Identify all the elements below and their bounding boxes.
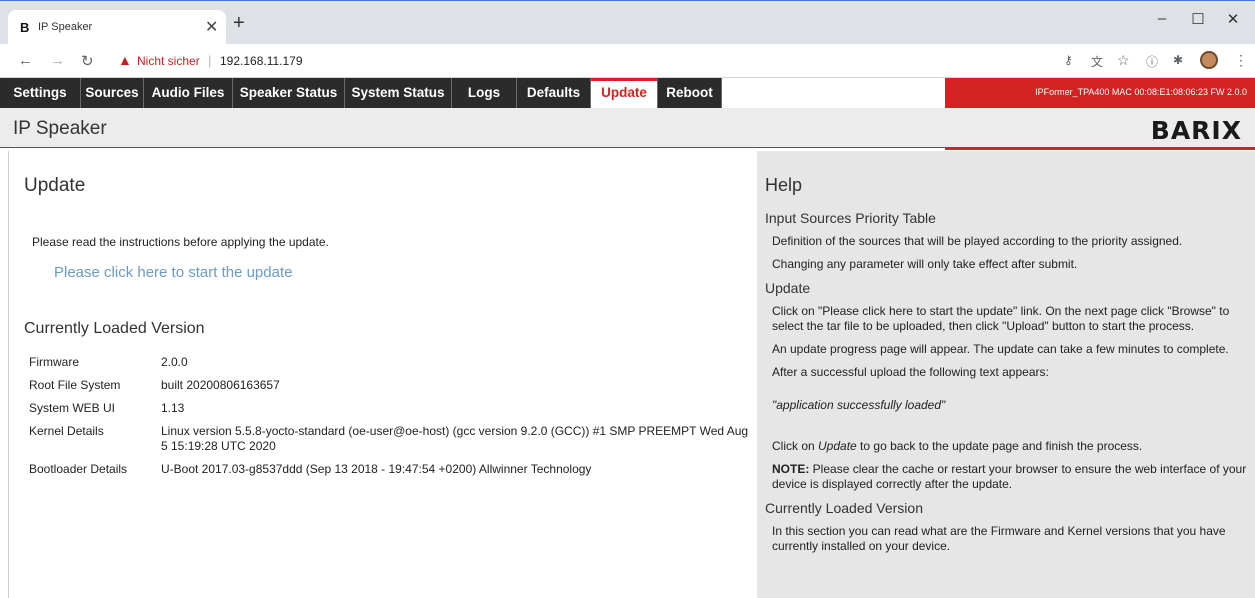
- main-panel: Update Please read the instructions befo…: [8, 151, 758, 598]
- start-update-link[interactable]: Please click here to start the update: [54, 264, 292, 281]
- browser-tab[interactable]: B IP Speaker ✕: [8, 10, 226, 45]
- priority-text-2: Changing any parameter will only take ef…: [772, 257, 1078, 271]
- table-row: Root File System built 20200806163657: [29, 378, 749, 393]
- tab-reboot[interactable]: Reboot: [658, 78, 722, 108]
- tab-update[interactable]: Update: [591, 78, 658, 108]
- window-close-icon[interactable]: ✕: [1218, 10, 1248, 28]
- table-row: Kernel Details Linux version 5.5.8-yocto…: [29, 424, 749, 454]
- update-text-4: Click on Update to go back to the update…: [772, 439, 1250, 454]
- rootfs-value: built 20200806163657: [161, 378, 280, 392]
- webui-label: System WEB UI: [29, 401, 116, 415]
- device-info-bar: IPFormer_TPA400 MAC 00:08:E1:08:06:23 FW…: [945, 78, 1255, 108]
- key-icon[interactable]: ⚷: [1064, 53, 1073, 67]
- note-body: Please clear the cache or restart your b…: [772, 462, 1247, 491]
- table-row: System WEB UI 1.13: [29, 401, 749, 416]
- update-text-3: After a successful upload the following …: [772, 365, 1049, 379]
- url-field[interactable]: 192.168.11.179: [220, 54, 303, 68]
- reload-icon[interactable]: ↻: [81, 52, 94, 70]
- help-content: Input Sources Priority Table Definition …: [765, 210, 1250, 562]
- update-text-4-pre: Click on: [772, 439, 819, 453]
- update-text-4-post: to go back to the update page and finish…: [856, 439, 1143, 453]
- address-bar: ← → ↻ ▲ Nicht sicher | 192.168.11.179 ⚷ …: [0, 44, 1255, 78]
- browser-titlebar: B IP Speaker ✕ + – ☐ ✕: [0, 0, 1255, 45]
- rootfs-label: Root File System: [29, 378, 121, 392]
- version-heading: Currently Loaded Version: [765, 500, 923, 516]
- extensions-icon[interactable]: ✱: [1173, 53, 1183, 67]
- forward-icon[interactable]: →: [50, 52, 65, 69]
- version-title: Currently Loaded Version: [24, 320, 205, 337]
- menu-icon[interactable]: ⋮: [1234, 52, 1248, 69]
- tab-system-status[interactable]: System Status: [345, 78, 452, 108]
- back-icon[interactable]: ←: [18, 52, 33, 69]
- priority-text-1: Definition of the sources that will be p…: [772, 234, 1183, 248]
- version-text: In this section you can read what are th…: [772, 524, 1226, 553]
- translate-icon[interactable]: 文: [1091, 53, 1103, 70]
- update-text-2: An update progress page will appear. The…: [772, 342, 1229, 356]
- version-table: Firmware 2.0.0 Root File System built 20…: [29, 355, 749, 485]
- close-tab-icon[interactable]: ✕: [205, 17, 218, 37]
- page-title: IP Speaker: [13, 118, 107, 139]
- update-text-1: Click on "Please click here to start the…: [772, 304, 1230, 333]
- bootloader-label: Bootloader Details: [29, 462, 128, 476]
- new-tab-icon[interactable]: +: [233, 13, 245, 33]
- page-header: IP Speaker BARIX: [0, 108, 1255, 148]
- barix-logo: BARIX: [1150, 116, 1242, 145]
- table-row: Firmware 2.0.0: [29, 355, 749, 370]
- logo-underline: [945, 148, 1255, 150]
- success-message: "application successfully loaded": [772, 398, 946, 412]
- help-panel: Help Input Sources Priority Table Defini…: [757, 151, 1255, 598]
- intro-text: Please read the instructions before appl…: [32, 235, 329, 249]
- tab-sources[interactable]: Sources: [81, 78, 144, 108]
- bootloader-value: U-Boot 2017.03-g8537ddd (Sep 13 2018 - 1…: [161, 462, 592, 476]
- note-text: NOTE: Please clear the cache or restart …: [772, 462, 1250, 492]
- minimize-icon[interactable]: –: [1147, 10, 1177, 27]
- firmware-label: Firmware: [29, 355, 79, 369]
- table-row: Bootloader Details U-Boot 2017.03-g8537d…: [29, 462, 749, 477]
- warning-icon[interactable]: ▲: [118, 52, 132, 68]
- priority-heading: Input Sources Priority Table: [765, 210, 936, 226]
- star-icon[interactable]: ☆: [1117, 52, 1130, 69]
- nav-tabs: Settings Sources Audio Files Speaker Sta…: [0, 78, 722, 108]
- help-title: Help: [765, 175, 803, 195]
- tab-settings[interactable]: Settings: [0, 78, 81, 108]
- tab-defaults[interactable]: Defaults: [517, 78, 591, 108]
- tab-speaker-status[interactable]: Speaker Status: [233, 78, 345, 108]
- device-info: IPFormer_TPA400 MAC 00:08:E1:08:06:23 FW…: [1035, 87, 1247, 97]
- tab-audio-files[interactable]: Audio Files: [144, 78, 233, 108]
- site-favicon: B: [20, 20, 30, 35]
- update-text-4-link: Update: [818, 439, 857, 453]
- kernel-label: Kernel Details: [29, 424, 104, 438]
- maximize-icon[interactable]: ☐: [1183, 10, 1213, 28]
- update-heading: Update: [765, 280, 811, 296]
- app-nav: Settings Sources Audio Files Speaker Sta…: [0, 78, 1255, 108]
- section-title: Update: [24, 175, 86, 196]
- note-label: NOTE:: [772, 462, 810, 476]
- info-icon[interactable]: ⓘ: [1146, 53, 1158, 70]
- firmware-value: 2.0.0: [161, 355, 188, 369]
- profile-avatar[interactable]: [1200, 51, 1218, 69]
- webui-value: 1.13: [161, 401, 185, 415]
- kernel-value: Linux version 5.5.8-yocto-standard (oe-u…: [161, 424, 749, 453]
- tab-logs[interactable]: Logs: [452, 78, 517, 108]
- tab-title: IP Speaker: [38, 21, 93, 33]
- security-status[interactable]: Nicht sicher: [137, 54, 200, 68]
- address-separator: |: [208, 53, 212, 68]
